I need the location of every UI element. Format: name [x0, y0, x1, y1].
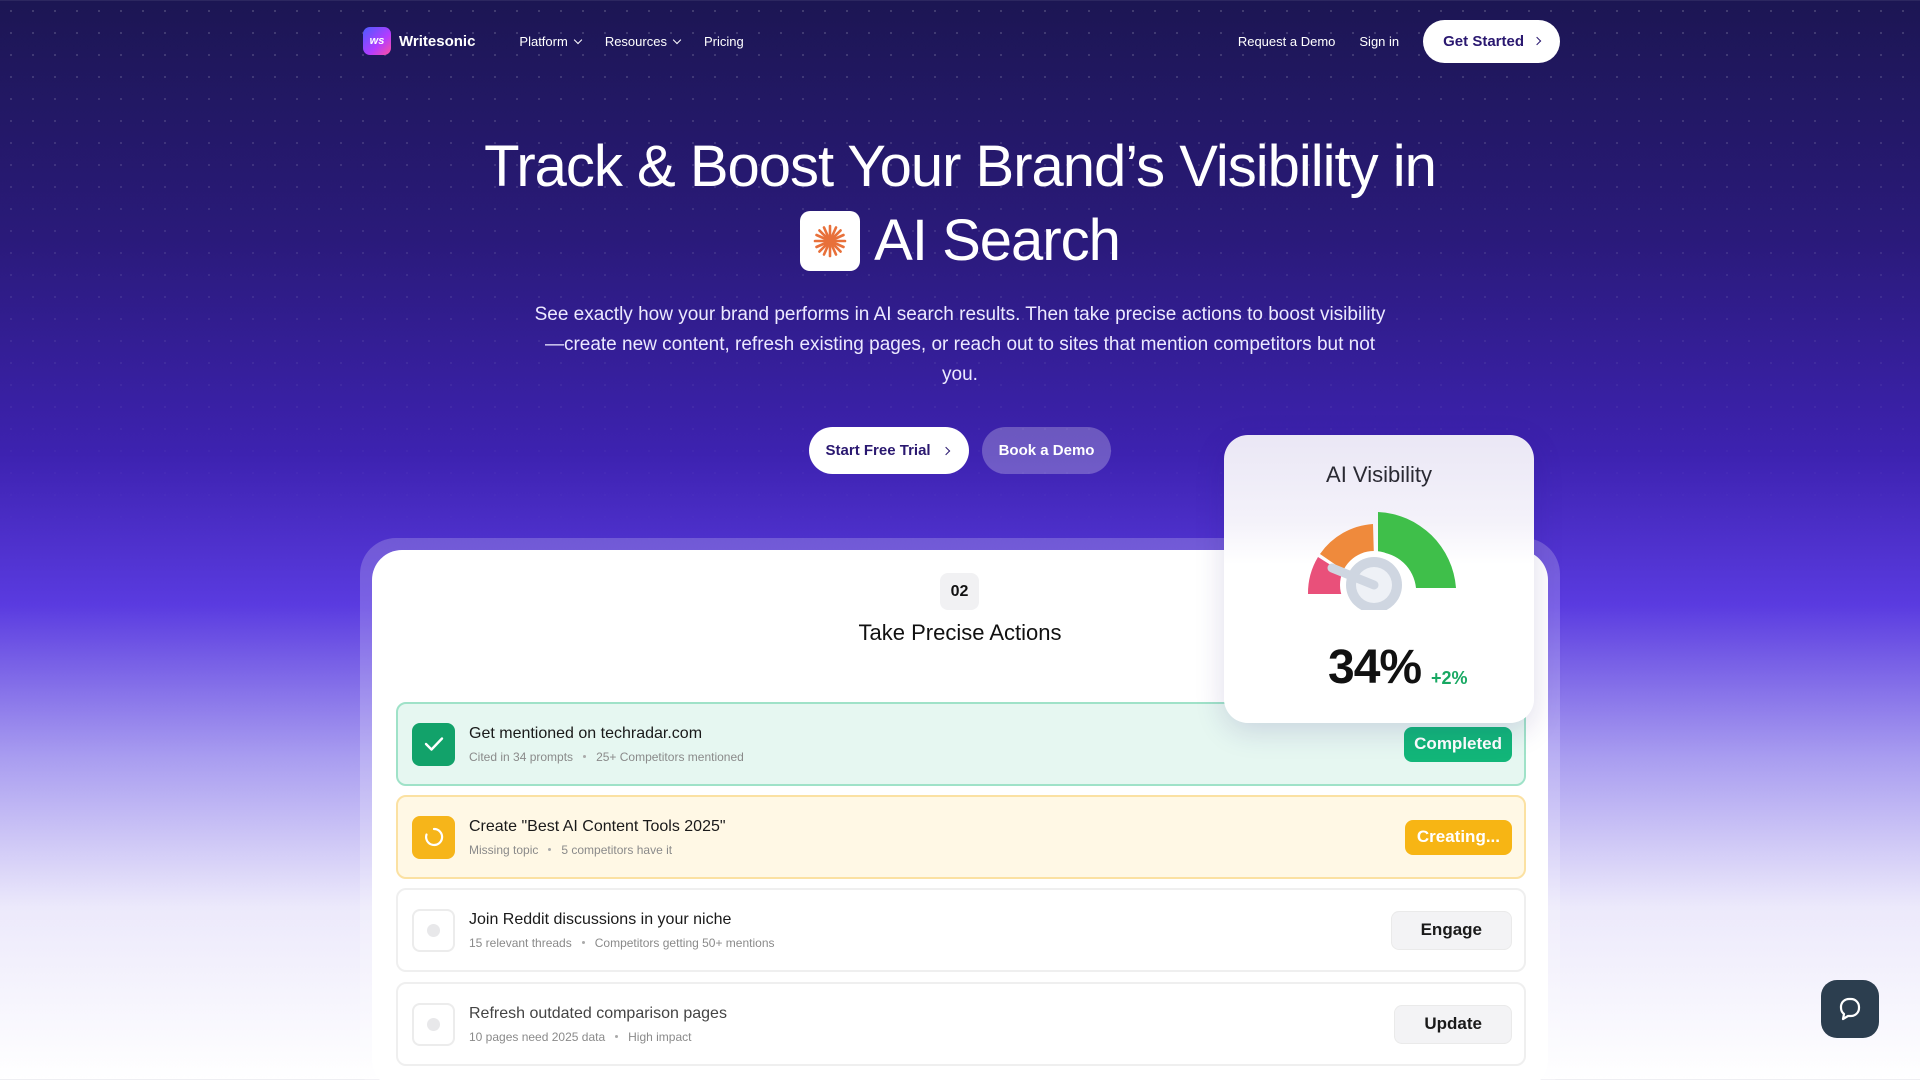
pending-dot	[427, 923, 440, 937]
hero-subtitle: See exactly how your brand performs in A…	[534, 304, 1386, 385]
sign-in-link[interactable]: Sign in	[1359, 34, 1399, 49]
step-number: 02	[940, 573, 979, 610]
chat-icon	[1839, 997, 1861, 1021]
chevron-down-icon	[573, 35, 583, 44]
chevron-right-icon	[941, 446, 950, 455]
ai-visibility-title: AI Visibility	[1326, 462, 1432, 487]
action-meta-1: 15 relevant threads	[469, 935, 572, 950]
hero-title-ai-search: AI Search	[874, 208, 1121, 273]
sparkle-icon	[800, 211, 861, 271]
action-meta: Missing topic 5 competitors have it	[469, 843, 726, 857]
background-dot-grid	[0, 0, 1920, 560]
ai-visibility-value: 34%	[1328, 641, 1422, 694]
hero-title-line2: AI Search	[0, 204, 1920, 278]
separator-dot	[548, 848, 552, 851]
action-meta-2: 5 competitors have it	[561, 842, 673, 857]
action-row-text: Join Reddit discussions in your niche 15…	[469, 911, 775, 950]
completed-badge: Completed	[1404, 726, 1512, 762]
action-meta-2: 25+ Competitors mentioned	[596, 749, 744, 764]
start-free-trial-button[interactable]: Start Free Trial	[808, 427, 969, 474]
visibility-gauge	[1307, 512, 1456, 610]
separator-dot	[581, 941, 585, 944]
logo[interactable]: ws Writesonic	[363, 27, 475, 55]
creating-badge: Creating...	[1404, 819, 1512, 855]
get-started-label: Get Started	[1443, 32, 1524, 50]
chat-button[interactable]	[1821, 980, 1879, 1038]
logo-mark: ws	[363, 27, 391, 55]
chevron-down-icon	[672, 35, 682, 44]
nav-links: Platform Resources Pricing	[519, 34, 743, 49]
action-title: Join Reddit discussions in your niche	[469, 910, 732, 928]
check-icon	[412, 722, 455, 766]
action-meta: 15 relevant threads Competitors getting 5…	[469, 936, 775, 950]
action-title: Refresh outdated comparison pages	[469, 1004, 727, 1022]
separator-dot	[615, 1035, 619, 1038]
ai-visibility-delta: +2%	[1431, 668, 1468, 688]
nav-resources[interactable]: Resources	[604, 33, 682, 49]
spinner-icon	[412, 815, 455, 859]
action-meta: Cited in 34 prompts 25+ Competitors menti…	[469, 750, 744, 764]
nav-pricing[interactable]: Pricing	[704, 34, 744, 49]
action-meta-1: Cited in 34 prompts	[469, 749, 574, 764]
pending-icon	[412, 908, 455, 952]
action-meta-1: 10 pages need 2025 data	[469, 1029, 606, 1044]
action-title: Get mentioned on techradar.com	[469, 724, 703, 742]
action-row-create-content: Create "Best AI Content Tools 2025" Miss…	[396, 795, 1526, 879]
hero-title-line1: Track & Boost Your Brand’s Visibility in	[484, 134, 1437, 199]
separator-dot	[583, 755, 587, 758]
action-title: Create "Best AI Content Tools 2025"	[469, 817, 726, 835]
nav-platform-label: Platform	[519, 33, 568, 49]
nav-platform[interactable]: Platform	[519, 33, 583, 49]
nav-resources-label: Resources	[604, 33, 667, 49]
step-title: Take Precise Actions	[858, 620, 1062, 645]
pending-icon	[412, 1002, 455, 1046]
nav-actions: Request a Demo Sign in Get Started	[1238, 19, 1560, 63]
hero-title: Track & Boost Your Brand’s Visibility in…	[0, 130, 1920, 278]
chevron-right-icon	[1532, 36, 1542, 46]
action-meta-2: High impact	[628, 1029, 692, 1044]
action-row-text: Create "Best AI Content Tools 2025" Miss…	[469, 818, 726, 857]
action-row-refresh-pages: Refresh outdated comparison pages 10 pag…	[396, 982, 1526, 1066]
cta-row: Start Free Trial Book a Demo	[0, 427, 1920, 474]
book-demo-button[interactable]: Book a Demo	[981, 427, 1112, 474]
get-started-button[interactable]: Get Started	[1423, 19, 1560, 63]
action-meta: 10 pages need 2025 data High impact	[469, 1030, 727, 1044]
start-free-trial-label: Start Free Trial	[825, 442, 931, 459]
action-meta-2: Competitors getting 50+ mentions	[594, 935, 775, 950]
logo-text: Writesonic	[399, 32, 476, 50]
top-nav: ws Writesonic Platform Resources Pricing…	[363, 18, 1560, 64]
action-row-text: Refresh outdated comparison pages 10 pag…	[469, 1005, 727, 1044]
update-button[interactable]: Update	[1394, 1004, 1512, 1044]
action-row-text: Get mentioned on techradar.com Cited in …	[469, 725, 744, 764]
request-demo-link[interactable]: Request a Demo	[1238, 34, 1336, 49]
engage-button[interactable]: Engage	[1390, 910, 1512, 950]
pending-dot	[427, 1017, 440, 1031]
action-row-reddit: Join Reddit discussions in your niche 15…	[396, 888, 1526, 972]
action-meta-1: Missing topic	[469, 842, 539, 857]
